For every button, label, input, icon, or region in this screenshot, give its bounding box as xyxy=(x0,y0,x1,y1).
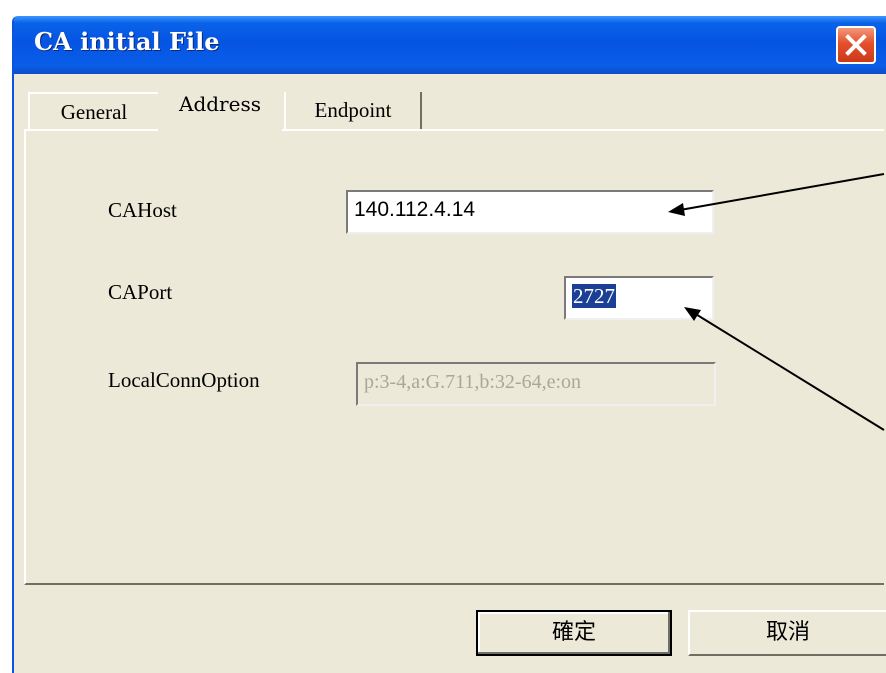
tab-address[interactable]: Address xyxy=(158,84,282,132)
arrow-to-caport xyxy=(684,307,885,431)
arrow-to-cahost xyxy=(668,173,885,216)
annotation-arrows xyxy=(668,173,885,431)
